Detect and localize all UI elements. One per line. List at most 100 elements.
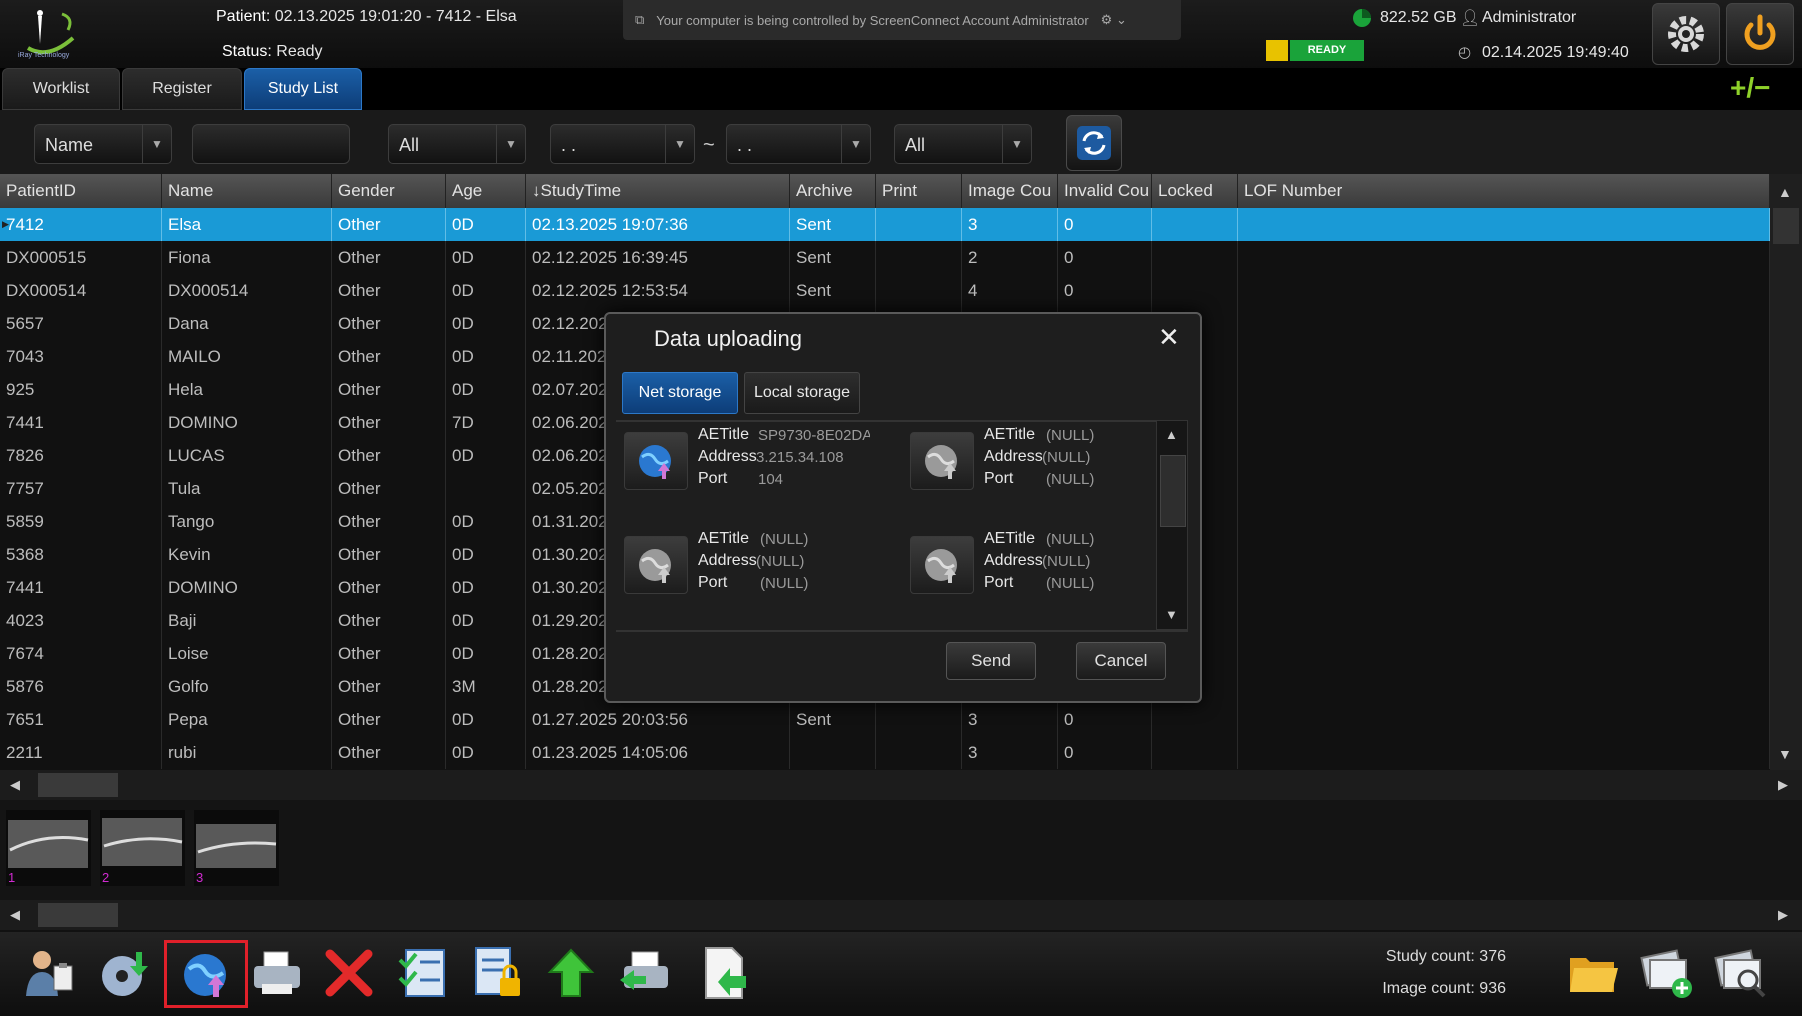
table-cell: 0 xyxy=(1058,241,1152,274)
scroll-up-arrow-icon[interactable]: ▲ xyxy=(1165,427,1178,442)
send-button[interactable]: Send xyxy=(946,642,1036,680)
tab-net-storage[interactable]: Net storage xyxy=(622,372,738,414)
scroll-right-arrow-icon[interactable]: ▶ xyxy=(1778,777,1788,793)
table-horizontal-scrollbar[interactable]: ◀ ▶ xyxy=(0,770,1802,800)
storage-list-scrollbar[interactable]: ▲ ▼ xyxy=(1156,420,1188,630)
search-input[interactable] xyxy=(192,124,350,164)
thumbnail-number: 3 xyxy=(196,870,204,885)
table-cell: Sent xyxy=(790,274,876,307)
table-row[interactable]: 7651 Pepa Other 0D 01.27.2025 20:03:56 Sent 3 0 xyxy=(0,703,1770,736)
patient-info-button[interactable] xyxy=(18,942,80,1004)
upload-button[interactable] xyxy=(540,942,602,1004)
table-cell xyxy=(1152,241,1238,274)
study-count: Study count: 376 xyxy=(1340,948,1506,966)
aetitle-label: AETitle xyxy=(984,530,1035,547)
remote-control-notice[interactable]: ⧉ Your computer is being controlled by S… xyxy=(623,0,1181,40)
scroll-thumb[interactable] xyxy=(1773,208,1799,244)
thumbnail-image[interactable]: 3 xyxy=(194,810,279,886)
chevron-down-icon: ▼ xyxy=(1002,125,1031,163)
scroll-left-arrow-icon[interactable]: ◀ xyxy=(10,777,20,793)
date-to-picker[interactable]: . . ▼ xyxy=(726,124,871,164)
scroll-left-arrow-icon[interactable]: ◀ xyxy=(10,907,20,923)
remote-notice-text: Your computer is being controlled by Scr… xyxy=(656,12,1089,28)
column-header[interactable]: PatientID xyxy=(0,174,162,208)
document-import-icon xyxy=(705,947,746,999)
storage-node[interactable]: AETitle SP9730-8E02DA41 Address 3.215.34… xyxy=(624,420,904,520)
storage-node[interactable]: AETitle (NULL) Address (NULL) Port (NULL… xyxy=(910,524,1190,624)
scroll-down-arrow-icon[interactable]: ▼ xyxy=(1165,607,1178,622)
table-cell xyxy=(1238,571,1770,604)
table-row[interactable]: DX000514 DX000514 Other 0D 02.12.2025 12:53:… xyxy=(0,274,1770,307)
column-header[interactable]: Locked xyxy=(1152,174,1238,208)
storage-node[interactable]: AETitle (NULL) Address (NULL) Port (NULL… xyxy=(910,420,1190,520)
import-button[interactable] xyxy=(692,942,754,1004)
table-vertical-scrollbar[interactable]: ▲ ▼ xyxy=(1770,174,1802,770)
add-image-icon xyxy=(1640,949,1692,998)
print-button[interactable] xyxy=(246,942,308,1004)
tab-register[interactable]: Register xyxy=(122,68,242,110)
column-header[interactable]: Age xyxy=(446,174,526,208)
gear-dropdown-icon[interactable]: ⚙ ⌄ xyxy=(1101,12,1127,28)
table-cell: Other xyxy=(332,538,446,571)
column-header[interactable]: Invalid Cou xyxy=(1058,174,1152,208)
open-folder-button[interactable] xyxy=(1562,942,1624,1004)
date-from-picker[interactable]: . . ▼ xyxy=(550,124,695,164)
table-row[interactable]: 2211 rubi Other 0D 01.23.2025 14:05:06 3 0 xyxy=(0,736,1770,769)
scroll-thumb[interactable] xyxy=(1160,455,1186,527)
search-field-value: Name xyxy=(45,135,94,155)
burn-cd-button[interactable] xyxy=(92,942,154,1004)
column-header[interactable]: Print xyxy=(876,174,962,208)
table-row[interactable]: DX000515 Fiona Other 0D 02.12.2025 16:39:45 S… xyxy=(0,241,1770,274)
scroll-down-arrow-icon[interactable]: ▼ xyxy=(1778,746,1792,762)
search-image-button[interactable] xyxy=(1710,942,1772,1004)
tab-worklist[interactable]: Worklist xyxy=(2,68,120,110)
doctor-clipboard-icon xyxy=(26,951,73,996)
status-select[interactable]: All ▼ xyxy=(894,124,1032,164)
zoom-toggle-button[interactable]: +/− xyxy=(1730,72,1770,104)
tab-study-list[interactable]: Study List xyxy=(244,68,362,110)
column-header[interactable]: ↓StudyTime xyxy=(526,174,790,208)
image-count-label: Image count: xyxy=(1382,980,1475,997)
settings-button[interactable] xyxy=(1652,3,1720,65)
user-icon: 👤︎ xyxy=(1460,10,1481,27)
table-cell xyxy=(790,736,876,769)
scroll-thumb[interactable] xyxy=(38,773,118,797)
upload-to-pacs-button[interactable] xyxy=(164,940,248,1008)
search-field-select[interactable]: Name ▼ xyxy=(34,124,172,164)
cancel-button[interactable]: Cancel xyxy=(1076,642,1166,680)
table-row[interactable]: 7412 Elsa Other 0D 02.13.2025 19:07:36 Sent 3 0… xyxy=(0,208,1770,241)
lock-document-button[interactable] xyxy=(466,942,528,1004)
storage-node[interactable]: AETitle (NULL) Address (NULL) Port (NULL… xyxy=(624,524,904,624)
scroll-thumb[interactable] xyxy=(38,903,118,927)
column-header[interactable]: Archive xyxy=(790,174,876,208)
thumbnail-image[interactable]: 1 xyxy=(6,810,91,886)
column-header[interactable]: Name xyxy=(162,174,332,208)
gender-select[interactable]: All ▼ xyxy=(388,124,526,164)
table-cell: 0D xyxy=(446,505,526,538)
column-header[interactable]: Image Cou xyxy=(962,174,1058,208)
patient-value: 02.13.2025 19:01:20 - 7412 - Elsa xyxy=(274,8,517,25)
table-cell: 02.12.2025 12:53:54 xyxy=(526,274,790,307)
thumbnail-image[interactable]: 2 xyxy=(100,810,185,886)
table-cell xyxy=(1238,703,1770,736)
power-button[interactable] xyxy=(1726,3,1794,65)
storage-node-icon xyxy=(624,432,688,490)
table-cell: Pepa xyxy=(162,703,332,736)
table-cell: 0 xyxy=(1058,274,1152,307)
scroll-right-arrow-icon[interactable]: ▶ xyxy=(1778,907,1788,923)
table-cell: Baji xyxy=(162,604,332,637)
add-image-button[interactable] xyxy=(1636,942,1698,1004)
delete-button[interactable] xyxy=(318,942,380,1004)
checklist-button[interactable] xyxy=(392,942,454,1004)
table-cell xyxy=(1152,208,1238,241)
scroll-up-arrow-icon[interactable]: ▲ xyxy=(1778,184,1792,200)
thumbnail-scrollbar[interactable]: ◀ ▶ xyxy=(0,900,1802,930)
tab-local-storage[interactable]: Local storage xyxy=(744,372,860,414)
column-header[interactable]: Gender xyxy=(332,174,446,208)
table-cell: 925 xyxy=(0,373,162,406)
column-header[interactable]: LOF Number xyxy=(1238,174,1770,208)
table-cell: Golfo xyxy=(162,670,332,703)
close-icon[interactable]: ✕ xyxy=(1158,322,1180,353)
refresh-button[interactable] xyxy=(1066,115,1122,171)
film-print-button[interactable] xyxy=(614,942,676,1004)
